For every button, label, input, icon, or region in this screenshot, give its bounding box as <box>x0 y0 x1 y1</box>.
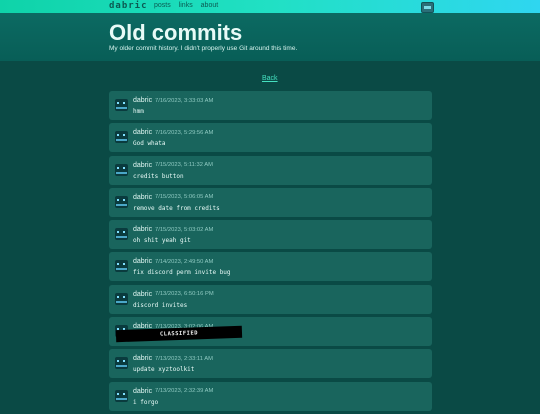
commit-row: dabric 7/14/2023, 2:49:50 AM fix discord p… <box>109 252 432 282</box>
author-avatar-icon <box>115 389 128 402</box>
author-avatar-icon <box>115 357 128 370</box>
commit-date: 7/15/2023, 5:03:02 AM <box>155 226 214 233</box>
commit-row: dabric 7/16/2023, 3:33:03 AM hmm <box>109 91 432 120</box>
commit-row: dabric 7/15/2023, 5:06:05 AM remove date f… <box>109 187 432 217</box>
author-avatar-icon <box>115 228 128 241</box>
commit-row: dabric 7/15/2023, 5:03:02 AM oh shit yeah … <box>109 220 432 250</box>
commit-message: discord invites <box>133 301 188 309</box>
commit-row: dabric 7/13/2023, 2:32:39 AM i forgo <box>109 381 432 411</box>
commit-message: credits button <box>133 172 184 180</box>
author-avatar-icon <box>115 260 128 273</box>
commit-author: dabric <box>133 226 153 234</box>
top-navigation-bar: dabric posts links about <box>0 0 540 13</box>
commit-list: dabric 7/16/2023, 3:33:03 AM hmm dabric 7/16… <box>109 91 432 414</box>
commit-author: dabric <box>133 161 153 169</box>
brand-logo[interactable]: dabric <box>109 1 148 11</box>
commit-author: dabric <box>133 355 153 363</box>
commit-message: oh shit yeah git <box>133 237 191 245</box>
commit-message: update xyztoolkit <box>133 366 195 374</box>
commit-row: dabric 7/13/2023, 6:50:16 PM discord invit… <box>109 284 432 314</box>
commit-date: 7/16/2023, 3:33:03 AM <box>155 97 214 104</box>
commit-author: dabric <box>133 97 153 104</box>
commit-message: God whata <box>133 140 166 148</box>
author-avatar-icon <box>115 99 128 111</box>
commit-row: dabric 7/15/2023, 5:11:32 AM credits butto… <box>109 155 432 185</box>
commit-date: 7/15/2023, 5:06:05 AM <box>155 194 214 201</box>
author-avatar-icon <box>115 292 128 305</box>
commit-row: dabric 7/16/2023, 5:29:56 AM God whata <box>109 123 432 153</box>
commit-date: 7/15/2023, 5:11:32 AM <box>155 162 213 169</box>
nav-link-links[interactable]: links <box>179 2 193 9</box>
author-avatar-icon <box>115 163 128 176</box>
commit-date: 7/13/2023, 2:32:39 AM <box>155 388 214 395</box>
commit-message: fix discord perm invite bug <box>133 269 231 277</box>
commit-row: dabric 7/13/2023, 2:33:11 AM update xyztoo… <box>109 349 432 379</box>
page-subtitle: My older commit history. I didn't proper… <box>109 45 298 52</box>
commit-message: remove date from credits <box>133 204 220 212</box>
header-banner <box>0 13 540 61</box>
commit-author: dabric <box>133 290 153 298</box>
commit-author: dabric <box>133 387 153 395</box>
nav-link-posts[interactable]: posts <box>154 2 171 9</box>
profile-avatar-icon[interactable] <box>421 2 434 13</box>
redaction-label: CLASSIFIED <box>159 330 199 338</box>
commit-date: 7/16/2023, 5:29:56 AM <box>155 129 214 136</box>
commit-author: dabric <box>133 129 153 137</box>
nav-links: posts links about <box>154 2 224 9</box>
back-link[interactable]: Back <box>262 75 278 82</box>
commit-author: dabric <box>133 193 153 201</box>
commit-date: 7/13/2023, 6:50:16 PM <box>155 291 214 298</box>
commit-date: 7/14/2023, 2:49:50 AM <box>155 259 214 266</box>
commit-author: dabric <box>133 258 153 266</box>
author-avatar-icon <box>115 131 128 144</box>
page-title: Old commits <box>109 20 243 45</box>
author-avatar-icon <box>115 195 128 208</box>
nav-link-about[interactable]: about <box>201 2 219 9</box>
commit-message: hmm <box>133 108 144 115</box>
commit-date: 7/13/2023, 2:33:11 AM <box>155 355 213 362</box>
